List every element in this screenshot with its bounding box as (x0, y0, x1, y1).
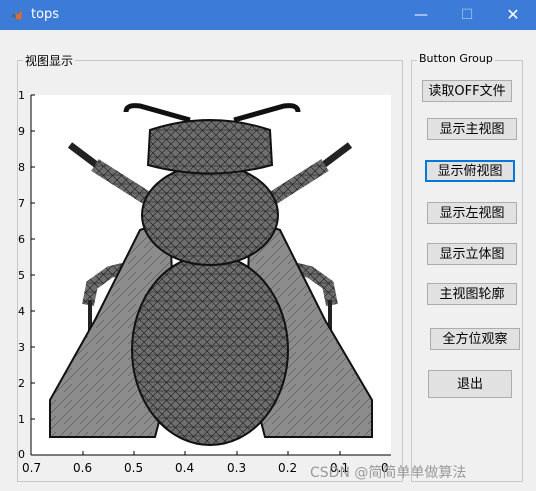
exit-button[interactable]: 退出 (428, 370, 512, 398)
read-off-file-button[interactable]: 读取OFF文件 (422, 80, 512, 102)
show-3d-view-button[interactable]: 显示立体图 (427, 243, 517, 265)
csdn-watermark: CSDN @简简单单做算法 (310, 465, 467, 481)
show-left-view-button[interactable]: 显示左视图 (427, 202, 517, 224)
show-front-view-button[interactable]: 显示主视图 (427, 118, 517, 140)
button-group-label: Button Group (417, 52, 495, 65)
show-top-view-button[interactable]: 显示俯视图 (425, 160, 515, 182)
front-view-outline-button[interactable]: 主视图轮廓 (427, 283, 517, 305)
all-round-observe-button[interactable]: 全方位观察 (430, 328, 520, 350)
